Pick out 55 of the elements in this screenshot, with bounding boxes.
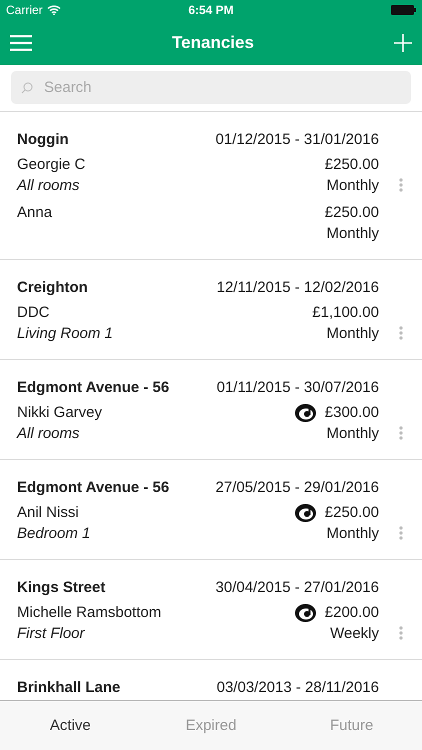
add-icon[interactable] <box>394 34 412 52</box>
screen-title: Tenancies <box>172 32 254 52</box>
tenant-name: Anil Nissi <box>17 504 79 521</box>
tenant-name: Nikki Garvey <box>17 404 102 421</box>
rent-period: Monthly <box>326 177 379 194</box>
tenancy-dates: 01/11/2015 - 30/07/2016 <box>216 378 379 396</box>
tenancy-dates: 03/03/2013 - 28/11/2016 <box>216 678 379 696</box>
more-icon[interactable] <box>398 326 402 340</box>
rent-period: Monthly <box>326 425 379 442</box>
property-name: Kings Street <box>17 578 106 596</box>
tenancy-card[interactable]: Edgmont Avenue - 56 01/11/2015 - 30/07/2016 Nikki Garvey £300.00 All rooms Monthly <box>0 360 422 460</box>
room-label: Living Room 1 <box>17 325 113 342</box>
search-field[interactable]: Search <box>11 71 411 104</box>
more-icon[interactable] <box>398 426 402 440</box>
tenancy-card[interactable]: Creighton 12/11/2015 - 12/02/2016 DDC £1,100.00 Living Room 1 Monthly <box>0 260 422 360</box>
rent-period: Monthly <box>326 325 379 342</box>
rent-amount: £250.00 <box>324 204 379 221</box>
property-name: Creighton <box>17 278 88 296</box>
tab[interactable]: Active <box>0 701 141 750</box>
room-label: First Floor <box>17 625 84 642</box>
rent-period: Monthly <box>326 525 379 542</box>
tenancy-dates: 01/12/2015 - 31/01/2016 <box>216 130 379 148</box>
wifi-icon <box>46 5 61 15</box>
more-icon[interactable] <box>398 178 402 192</box>
tenant-name: DDC <box>17 304 50 321</box>
rent-amount: £300.00 <box>324 404 379 421</box>
property-name: Brinkhall Lane <box>17 678 120 696</box>
rent-period: Monthly <box>326 225 379 242</box>
tenancy-dates: 12/11/2015 - 12/02/2016 <box>216 278 379 296</box>
more-icon[interactable] <box>398 626 402 640</box>
tenant-name: Michelle Ramsbottom <box>17 604 162 621</box>
more-icon[interactable] <box>398 526 402 540</box>
room-label: All rooms <box>17 425 80 442</box>
tenancy-card[interactable]: Kings Street 30/04/2015 - 27/01/2016 Michelle Ramsbottom £200.00 First Floor Weekly <box>0 560 422 660</box>
rent-amount: £250.00 <box>324 156 379 173</box>
rent-period: Weekly <box>330 625 379 642</box>
tenancy-dates: 30/04/2015 - 27/01/2016 <box>216 578 379 596</box>
tenancy-card[interactable]: Edgmont Avenue - 56 27/05/2015 - 29/01/2016 Anil Nissi £250.00 Bedroom 1 Monthly <box>0 460 422 560</box>
status-time: 6:54 PM <box>188 3 234 17</box>
tenant-name: Anna <box>17 204 52 221</box>
property-name: Edgmont Avenue - 56 <box>17 478 170 496</box>
rent-amount: £200.00 <box>324 604 379 621</box>
carrier-label: Carrier <box>6 3 43 17</box>
search-icon <box>21 82 33 94</box>
property-name: Noggin <box>17 130 69 148</box>
battery-icon <box>391 5 416 15</box>
tenancy-dates: 27/05/2015 - 29/01/2016 <box>216 478 379 496</box>
rent-amount: £1,100.00 <box>312 304 379 321</box>
property-name: Edgmont Avenue - 56 <box>17 378 170 396</box>
room-label: Bedroom 1 <box>17 525 90 542</box>
menu-icon[interactable] <box>10 34 32 50</box>
rent-amount: £250.00 <box>324 504 379 521</box>
room-label: All rooms <box>17 177 80 194</box>
tenancy-card[interactable]: Noggin 01/12/2015 - 31/01/2016 Georgie C £250.00 All rooms Monthly Anna £250.00 Monthly <box>0 112 422 260</box>
tenant-name: Georgie C <box>17 156 86 173</box>
